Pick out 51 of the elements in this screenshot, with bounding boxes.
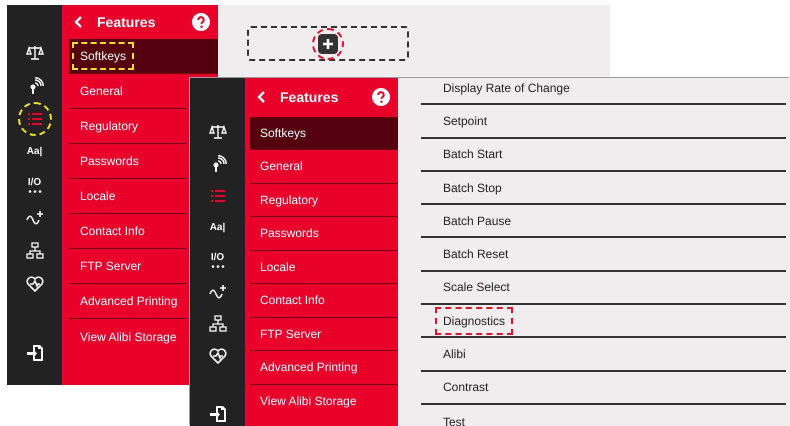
menu-item[interactable]: Contact Info (250, 284, 398, 318)
softkey-option[interactable]: Batch Pause (421, 205, 786, 238)
softkey-option[interactable]: Batch Start (421, 138, 786, 172)
back-chevron-icon[interactable] (74, 16, 83, 28)
menu-item[interactable]: Contact Info (69, 214, 187, 249)
heart-icon[interactable] (26, 275, 44, 293)
help-icon[interactable] (372, 88, 390, 106)
softkey-option[interactable]: Test (421, 404, 786, 426)
menu-item[interactable]: Passwords (69, 144, 187, 179)
scale-icon[interactable] (208, 123, 226, 141)
softkey-option[interactable]: Setpoint (421, 105, 786, 139)
panel-title: Features (280, 89, 340, 106)
exit-door-icon[interactable] (26, 344, 44, 362)
menu-item[interactable]: General (69, 74, 187, 109)
heart-icon[interactable] (208, 347, 226, 365)
menu-item[interactable]: Softkeys (69, 39, 218, 74)
softkey-option[interactable]: Alibi (421, 338, 786, 372)
panel-title: Features (97, 14, 156, 30)
menu-item[interactable]: Advanced Printing (250, 351, 398, 384)
softkey-option[interactable]: Scale Select (421, 272, 786, 306)
list-icon[interactable] (26, 110, 44, 128)
menu-item[interactable]: FTP Server (69, 249, 187, 284)
menu-item[interactable]: General (250, 150, 398, 184)
softkey-option[interactable]: Batch Reset (421, 238, 786, 272)
menu-item[interactable]: Locale (69, 179, 187, 214)
exit-door-icon[interactable] (208, 405, 226, 423)
menu-item[interactable]: Passwords (250, 217, 398, 250)
scale-icon[interactable] (26, 44, 44, 62)
menu-item[interactable]: Softkeys (250, 116, 398, 150)
menu-item[interactable]: Regulatory (250, 184, 398, 217)
add-button[interactable] (318, 34, 338, 54)
list-icon[interactable] (208, 187, 226, 205)
text-format-icon[interactable]: Aa| (26, 147, 42, 157)
plus-icon (322, 38, 334, 50)
menu-item[interactable]: Locale (250, 250, 398, 284)
help-icon[interactable] (192, 13, 210, 31)
text-format-icon[interactable]: Aa| (210, 223, 226, 233)
network-icon[interactable] (208, 315, 226, 333)
wave-arrow-icon[interactable] (208, 283, 226, 301)
menu-item[interactable]: View Alibi Storage (250, 384, 398, 418)
wave-arrow-icon[interactable] (26, 209, 44, 227)
menu-item[interactable]: View Alibi Storage (69, 319, 187, 354)
softkey-option[interactable]: Diagnostics (421, 305, 786, 338)
network-icon[interactable] (26, 242, 44, 260)
softkey-option[interactable]: Contrast (421, 372, 786, 405)
softkey-option[interactable]: Display Rate of Change (421, 72, 786, 106)
menu-item[interactable]: Advanced Printing (69, 284, 187, 319)
menu-item[interactable]: FTP Server (250, 318, 398, 351)
menu-item[interactable]: Regulatory (69, 109, 187, 144)
softkey-option[interactable]: Batch Stop (421, 172, 786, 206)
back-chevron-icon[interactable] (257, 91, 266, 104)
